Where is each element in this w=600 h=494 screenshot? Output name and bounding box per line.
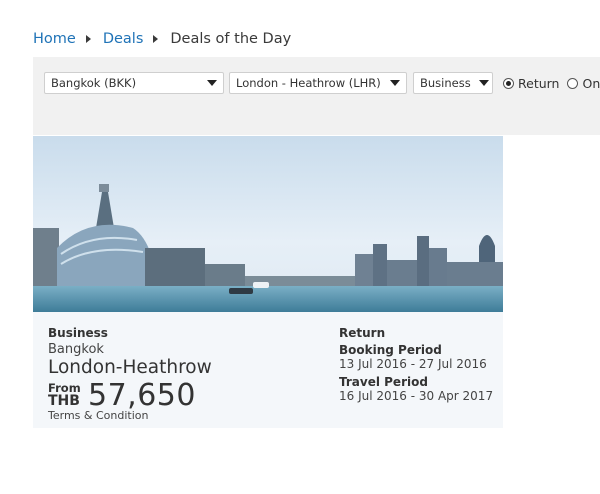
terms-and-condition-link[interactable]: Terms & Condition bbox=[48, 409, 148, 422]
trip-type-oneway-label: One bbox=[582, 76, 600, 91]
breadcrumb-home-link[interactable]: Home bbox=[33, 31, 76, 47]
cabin-class-select-value: Business bbox=[420, 76, 471, 90]
breadcrumb-deals-link[interactable]: Deals bbox=[103, 31, 144, 47]
deal-info: Business Bangkok London-Heathrow From TH… bbox=[33, 312, 503, 428]
deal-destination: London-Heathrow bbox=[48, 357, 212, 378]
caret-down-icon bbox=[390, 80, 400, 86]
trip-type-return-option[interactable]: Return bbox=[503, 76, 559, 91]
breadcrumb-current: Deals of the Day bbox=[170, 31, 292, 47]
travel-period-label: Travel Period bbox=[339, 375, 428, 389]
trip-type-oneway-option[interactable]: One bbox=[567, 76, 600, 91]
booking-period-label: Booking Period bbox=[339, 343, 442, 357]
destination-select[interactable]: London - Heathrow (LHR) bbox=[229, 72, 407, 94]
cabin-class-select[interactable]: Business bbox=[413, 72, 493, 94]
radio-checked-icon[interactable] bbox=[503, 78, 514, 89]
deal-origin: Bangkok bbox=[48, 342, 104, 357]
deal-card[interactable]: Business Bangkok London-Heathrow From TH… bbox=[33, 136, 503, 428]
trip-type-radio-group: Return One bbox=[503, 76, 600, 91]
origin-select-value: Bangkok (BKK) bbox=[51, 76, 137, 90]
deal-currency: THB bbox=[48, 393, 80, 409]
deal-destination-image bbox=[33, 136, 503, 312]
caret-down-icon bbox=[207, 80, 217, 86]
deal-cabin-class: Business bbox=[48, 326, 108, 340]
trip-type-return-label: Return bbox=[518, 76, 560, 91]
booking-period-value: 13 Jul 2016 - 27 Jul 2016 bbox=[339, 357, 487, 371]
origin-select[interactable]: Bangkok (BKK) bbox=[44, 72, 224, 94]
chevron-right-icon bbox=[85, 35, 91, 43]
breadcrumb: Home Deals Deals of the Day bbox=[33, 31, 291, 47]
destination-select-value: London - Heathrow (LHR) bbox=[236, 76, 381, 90]
flight-search-bar: Bangkok (BKK) London - Heathrow (LHR) Bu… bbox=[33, 57, 600, 135]
deal-trip-type: Return bbox=[339, 326, 386, 340]
chevron-right-icon bbox=[153, 35, 159, 43]
radio-unchecked-icon[interactable] bbox=[567, 78, 579, 89]
caret-down-icon bbox=[478, 80, 489, 86]
deal-price: 57,650 bbox=[88, 378, 196, 413]
travel-period-value: 16 Jul 2016 - 30 Apr 2017 bbox=[339, 389, 494, 403]
